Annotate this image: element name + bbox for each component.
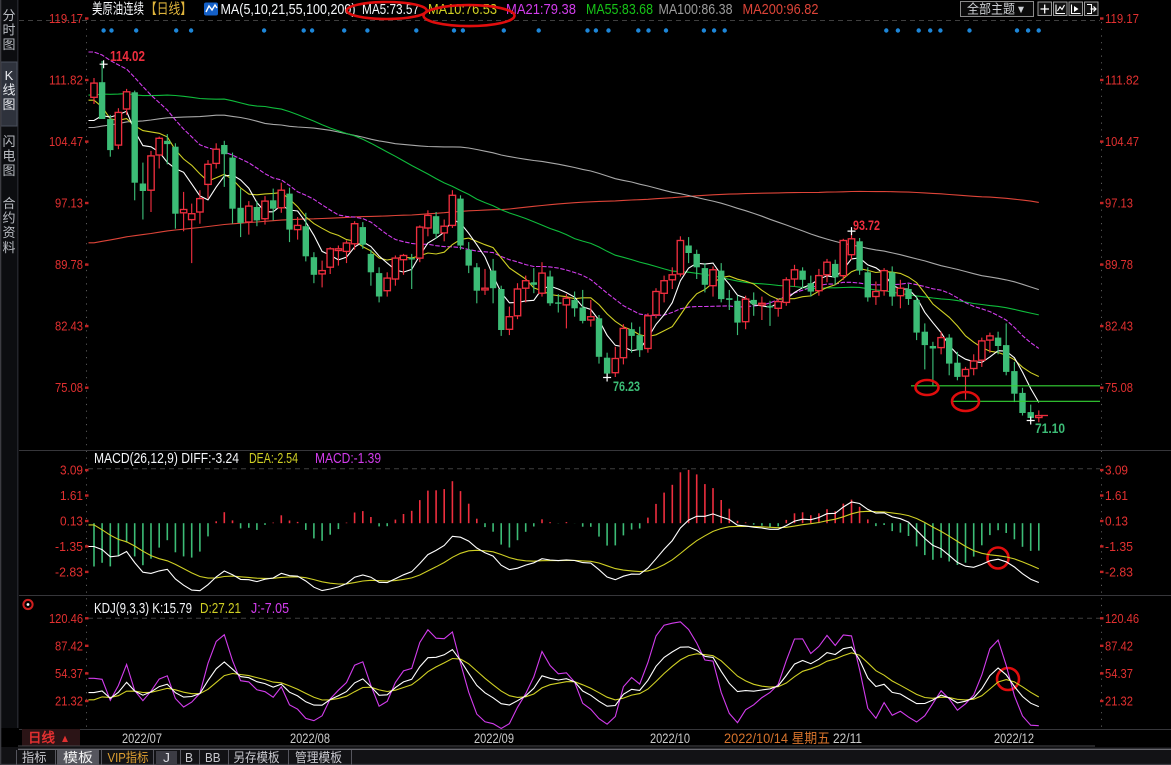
svg-text:120.46: 120.46 xyxy=(1105,611,1139,626)
svg-text:87.42: 87.42 xyxy=(55,638,83,653)
svg-text:约: 约 xyxy=(2,211,15,226)
svg-text:0.13: 0.13 xyxy=(1105,514,1128,529)
svg-text:MA10:76.53: MA10:76.53 xyxy=(428,1,497,18)
svg-text:J: J xyxy=(163,750,170,765)
svg-text:美原油连续: 美原油连续 xyxy=(92,1,144,18)
svg-text:89.78: 89.78 xyxy=(1105,257,1133,272)
svg-text:J:-7.05: J:-7.05 xyxy=(251,600,289,617)
svg-text:日线: 日线 xyxy=(28,730,55,746)
svg-text:模板: 模板 xyxy=(63,750,93,765)
svg-text:75.08: 75.08 xyxy=(1105,380,1133,395)
svg-text:-2.83: -2.83 xyxy=(1105,564,1133,579)
svg-text:-2.83: -2.83 xyxy=(55,564,83,579)
svg-text:MACD(26,12,9) DIFF:-3.24: MACD(26,12,9) DIFF:-3.24 xyxy=(94,450,239,467)
svg-text:71.10: 71.10 xyxy=(1035,420,1065,436)
svg-text:另存模板: 另存模板 xyxy=(234,750,280,765)
svg-text:111.82: 111.82 xyxy=(1105,73,1139,88)
svg-text:K: K xyxy=(5,68,14,83)
svg-text:管理模板: 管理模板 xyxy=(295,750,342,765)
svg-text:MA21:79.38: MA21:79.38 xyxy=(506,1,576,18)
svg-text:-1.35: -1.35 xyxy=(55,539,83,554)
svg-text:89.78: 89.78 xyxy=(55,257,83,272)
svg-text:合: 合 xyxy=(2,196,15,211)
svg-text:VIP指标: VIP指标 xyxy=(108,750,149,765)
svg-text:时: 时 xyxy=(2,23,15,38)
svg-text:54.37: 54.37 xyxy=(55,666,83,681)
svg-text:21.32: 21.32 xyxy=(55,694,83,709)
svg-text:指标: 指标 xyxy=(22,750,47,765)
svg-text:82.43: 82.43 xyxy=(1105,319,1133,334)
svg-text:KDJ(9,3,3) K:15.79: KDJ(9,3,3) K:15.79 xyxy=(94,600,192,617)
svg-text:119.17: 119.17 xyxy=(1105,11,1139,26)
svg-text:2022/10: 2022/10 xyxy=(650,731,690,746)
svg-text:全部主题: 全部主题 xyxy=(967,2,1015,17)
svg-text:电: 电 xyxy=(2,149,15,164)
svg-text:图: 图 xyxy=(2,37,15,52)
svg-text:111.82: 111.82 xyxy=(49,73,83,88)
svg-text:104.47: 104.47 xyxy=(49,134,83,149)
svg-text:2022/10/14 星期五: 2022/10/14 星期五 xyxy=(724,731,830,746)
svg-text:87.42: 87.42 xyxy=(1105,638,1133,653)
svg-text:MA100:86.38: MA100:86.38 xyxy=(659,1,733,18)
svg-text:闪: 闪 xyxy=(2,134,15,149)
svg-text:22/11: 22/11 xyxy=(833,731,862,746)
svg-text:MACD:-1.39: MACD:-1.39 xyxy=(315,450,381,467)
svg-text:1.61: 1.61 xyxy=(1105,488,1128,503)
svg-text:21.32: 21.32 xyxy=(1105,694,1133,709)
svg-text:MA200:96.82: MA200:96.82 xyxy=(743,1,819,18)
svg-text:2022/08: 2022/08 xyxy=(290,731,330,746)
svg-text:97.13: 97.13 xyxy=(1105,196,1133,211)
svg-text:资: 资 xyxy=(2,225,15,240)
svg-text:54.37: 54.37 xyxy=(1105,666,1133,681)
svg-text:3.09: 3.09 xyxy=(60,463,83,478)
svg-text:分: 分 xyxy=(2,8,15,23)
svg-text:82.43: 82.43 xyxy=(55,319,83,334)
svg-text:DEA:-2.54: DEA:-2.54 xyxy=(249,450,298,467)
svg-text:图: 图 xyxy=(2,97,15,112)
svg-text:线: 线 xyxy=(2,83,15,98)
svg-text:76.23: 76.23 xyxy=(613,378,640,394)
svg-text:料: 料 xyxy=(2,240,15,255)
svg-text:119.17: 119.17 xyxy=(49,11,83,26)
svg-text:BB: BB xyxy=(205,750,221,765)
svg-text:97.13: 97.13 xyxy=(55,196,83,211)
svg-text:2022/09: 2022/09 xyxy=(474,731,514,746)
svg-text:MA(5,10,21,55,100,200): MA(5,10,21,55,100,200) xyxy=(221,1,356,18)
svg-text:120.46: 120.46 xyxy=(49,611,83,626)
svg-text:104.47: 104.47 xyxy=(1105,134,1139,149)
svg-text:-1.35: -1.35 xyxy=(1105,539,1133,554)
svg-text:▲: ▲ xyxy=(60,733,70,745)
svg-text:【日线】: 【日线】 xyxy=(145,1,192,18)
svg-text:▼: ▼ xyxy=(1016,4,1026,16)
svg-text:75.08: 75.08 xyxy=(55,380,83,395)
svg-text:MA55:83.68: MA55:83.68 xyxy=(586,1,653,18)
svg-text:2022/07: 2022/07 xyxy=(122,731,162,746)
svg-text:114.02: 114.02 xyxy=(110,49,145,65)
svg-text:D:27.21: D:27.21 xyxy=(200,600,241,617)
svg-text:3.09: 3.09 xyxy=(1105,463,1128,478)
svg-text:1.61: 1.61 xyxy=(60,488,83,503)
svg-text:0.13: 0.13 xyxy=(60,514,83,529)
svg-text:B: B xyxy=(185,750,193,765)
svg-text:93.72: 93.72 xyxy=(853,217,880,233)
svg-text:2022/12: 2022/12 xyxy=(994,731,1034,746)
svg-text:图: 图 xyxy=(2,163,15,178)
